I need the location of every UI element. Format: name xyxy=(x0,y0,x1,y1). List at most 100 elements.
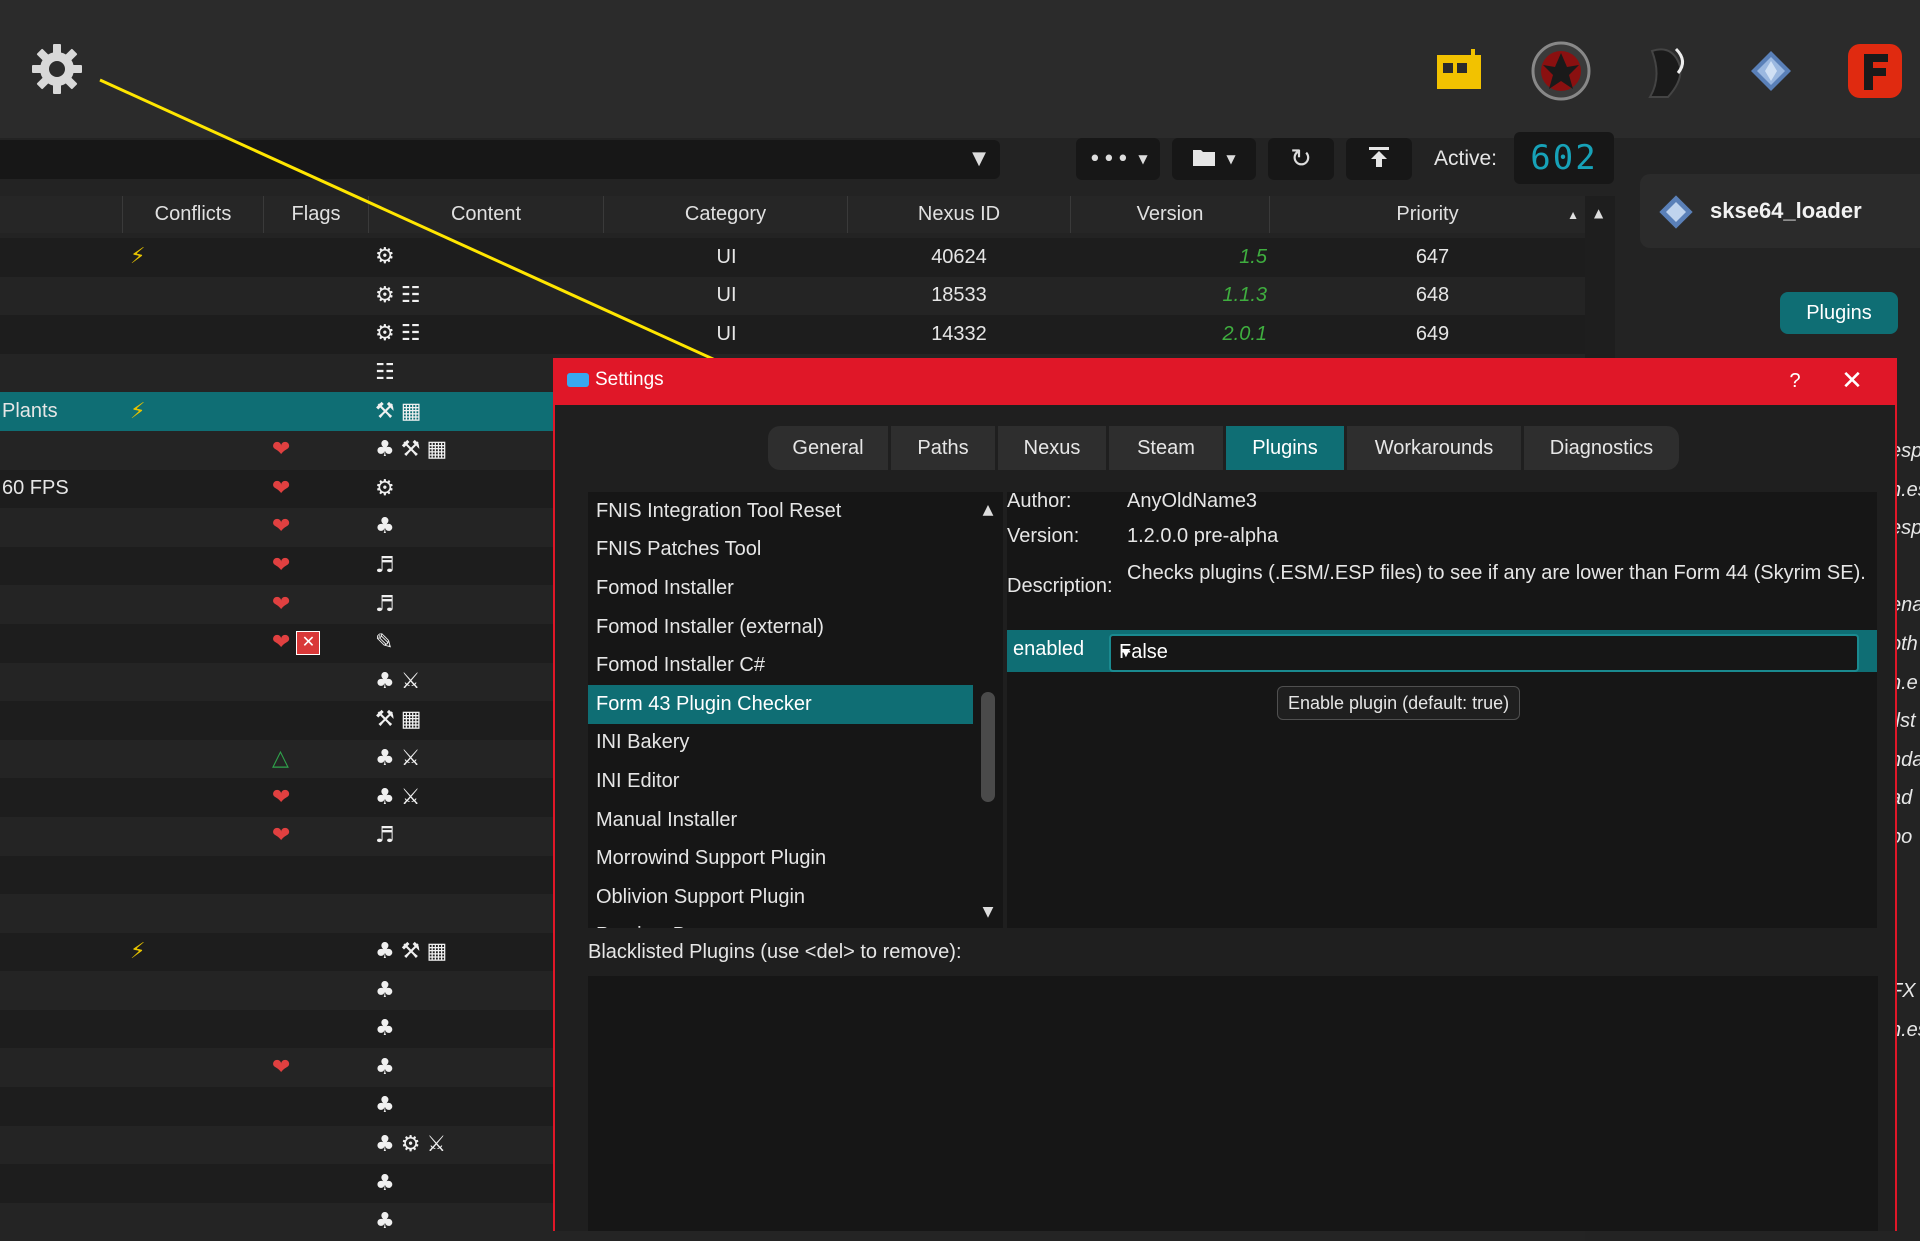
content-cell: ♣ ⚔ xyxy=(375,778,420,817)
settings-dialog: Settings ? ✕ General Paths Nexus Steam P… xyxy=(553,358,1897,1231)
more-button[interactable]: ••• ▼ xyxy=(1076,138,1160,180)
not-endorsed-icon: ❤ xyxy=(272,823,291,849)
tab-paths[interactable]: Paths xyxy=(891,426,998,470)
not-endorsed-icon: ❤ xyxy=(272,437,291,463)
plugin-list-item[interactable]: Form 43 Plugin Checker xyxy=(588,684,973,724)
plugin-list-item[interactable]: INI Editor xyxy=(588,762,973,801)
setting-row-enabled[interactable]: enabled False ▼ xyxy=(1007,630,1877,672)
flags-cell: ❤ xyxy=(272,547,290,586)
scroll-up-icon: ▲ xyxy=(1594,206,1604,220)
header-nexus-id[interactable]: Nexus ID xyxy=(848,196,1071,233)
setting-value-select[interactable]: False ▼ xyxy=(1109,634,1859,672)
plugin-icon: ♣ xyxy=(375,1209,395,1235)
tab-nexus[interactable]: Nexus xyxy=(998,426,1109,470)
plugin-list-item[interactable]: Oblivion Support Plugin xyxy=(588,878,973,917)
fnis-icon[interactable] xyxy=(1844,40,1906,102)
plugin-list-item[interactable]: Fomod Installer xyxy=(588,569,973,608)
refresh-button[interactable]: ↻ xyxy=(1268,138,1334,180)
help-button[interactable]: ? xyxy=(1775,366,1815,396)
plugin-list-scrollbar[interactable]: ▲ ▼ xyxy=(973,492,1003,928)
tools-icon: ⚔ xyxy=(400,668,421,694)
tab-plugins[interactable]: Plugins xyxy=(1780,292,1898,334)
wrye-icon[interactable] xyxy=(1636,40,1698,102)
folder-button[interactable]: ▼ xyxy=(1172,138,1256,180)
plugin-icon: ♣ xyxy=(375,1054,395,1080)
scroll-down-icon[interactable]: ▼ xyxy=(973,904,1003,920)
content-cell: ♣ ⚒ ▦ xyxy=(375,431,447,470)
close-icon: ✕ xyxy=(1841,366,1863,396)
plugin-list-item[interactable]: FNIS Integration Tool Reset xyxy=(588,492,973,531)
flags-cell: △ xyxy=(272,740,289,779)
gear-icon[interactable] xyxy=(30,42,84,96)
content-cell: ♣ ⚙ ⚔ xyxy=(375,1126,446,1165)
plugin-list-item[interactable]: INI Bakery xyxy=(588,724,973,763)
dialog-titlebar[interactable]: Settings ? ✕ xyxy=(555,358,1895,405)
conflict-bolt-icon: ⚡ xyxy=(130,398,146,424)
content-cell: ♣ ⚔ xyxy=(375,740,420,779)
header-name[interactable] xyxy=(0,196,123,233)
table-row[interactable]: ⚙ ☷ UI 18533 1.1.3 648 xyxy=(0,276,1585,316)
plugin-list-item[interactable]: Morrowind Support Plugin xyxy=(588,839,973,878)
interface-icon: ☷ xyxy=(375,360,395,386)
mod-name: 60 FPS xyxy=(2,477,69,500)
content-cell: ♣ xyxy=(375,508,395,547)
loot-icon[interactable] xyxy=(1428,40,1490,102)
flags-cell: ❤ xyxy=(272,470,290,509)
invalid-icon: ✕ xyxy=(296,631,321,656)
header-content[interactable]: Content xyxy=(369,196,604,233)
content-cell: ⚙ xyxy=(375,470,395,509)
content-cell: ♣ ⚔ xyxy=(375,663,420,702)
tab-steam[interactable]: Steam xyxy=(1109,426,1226,470)
header-conflicts[interactable]: Conflicts xyxy=(123,196,264,233)
header-priority[interactable]: Priority ▲ xyxy=(1270,196,1585,233)
mesh-icon: ⚒ xyxy=(375,398,395,424)
table-row[interactable]: ⚙ ☷ UI 14332 2.0.1 649 xyxy=(0,315,1585,354)
upload-button[interactable] xyxy=(1346,138,1412,180)
conflict-cell: ⚡ xyxy=(130,933,145,972)
plugin-list-item[interactable]: Fomod Installer (external) xyxy=(588,608,973,647)
version-cell: 2.0.1 xyxy=(1222,322,1267,345)
version-value: 1.2.0.0 pre-alpha xyxy=(1127,525,1279,547)
content-cell: ♣ xyxy=(375,1164,395,1203)
nexus-id-cell: 40624 xyxy=(931,245,987,268)
scrollbar-thumb[interactable] xyxy=(981,692,995,802)
tab-plugins[interactable]: Plugins xyxy=(1226,426,1347,470)
interface-icon: ☷ xyxy=(400,321,421,347)
plugin-list-item[interactable]: Fomod Installer C# xyxy=(588,646,973,685)
header-category[interactable]: Category xyxy=(604,196,848,233)
content-cell: ♬ xyxy=(375,547,395,586)
blacklist-label: Blacklisted Plugins (use <del> to remove… xyxy=(588,941,962,963)
not-endorsed-icon: ❤ xyxy=(272,784,291,810)
description-label: Description: xyxy=(1007,575,1113,597)
skyrim-dragon-icon[interactable] xyxy=(1530,40,1592,102)
plugin-list-item[interactable]: FNIS Patches Tool xyxy=(588,531,973,570)
plugin-icon: ♣ xyxy=(375,746,395,772)
mesh-icon: ⚒ xyxy=(400,938,421,964)
blacklist-list[interactable] xyxy=(588,976,1878,1231)
active-label: Active: xyxy=(1434,147,1498,170)
skse-diamond-icon[interactable] xyxy=(1740,40,1802,102)
texture-icon: ▦ xyxy=(426,437,448,463)
nexus-id-cell: 14332 xyxy=(931,322,987,345)
executable-name: skse64_loader xyxy=(1710,198,1862,223)
conflict-bolt-icon: ⚡ xyxy=(130,244,146,270)
profile-combo[interactable]: ▼ xyxy=(0,140,1000,179)
tab-workarounds[interactable]: Workarounds xyxy=(1347,426,1524,470)
table-row[interactable]: ⚡ ⚙ UI 40624 1.5 647 xyxy=(0,238,1585,277)
flags-cell: ❤ xyxy=(272,431,290,470)
plugin-icon: ♣ xyxy=(375,437,395,463)
tab-general[interactable]: General xyxy=(768,426,891,470)
content-cell: ♣ xyxy=(375,1203,395,1241)
header-flags[interactable]: Flags xyxy=(264,196,369,233)
close-button[interactable]: ✕ xyxy=(1827,362,1877,400)
conflict-cell: ⚡ xyxy=(130,392,145,431)
priority-cell: 647 xyxy=(1415,245,1450,268)
conflict-bolt-icon: ⚡ xyxy=(130,938,146,964)
plugin-list-item[interactable]: Preview B... xyxy=(588,917,973,928)
chevron-down-icon: ▼ xyxy=(972,148,986,169)
header-version[interactable]: Version xyxy=(1071,196,1270,233)
author-label: Author: xyxy=(1007,490,1072,512)
tab-diagnostics[interactable]: Diagnostics xyxy=(1524,426,1679,470)
plugin-list-item[interactable]: Manual Installer xyxy=(588,801,973,840)
scroll-up-icon[interactable]: ▲ xyxy=(973,502,1003,518)
